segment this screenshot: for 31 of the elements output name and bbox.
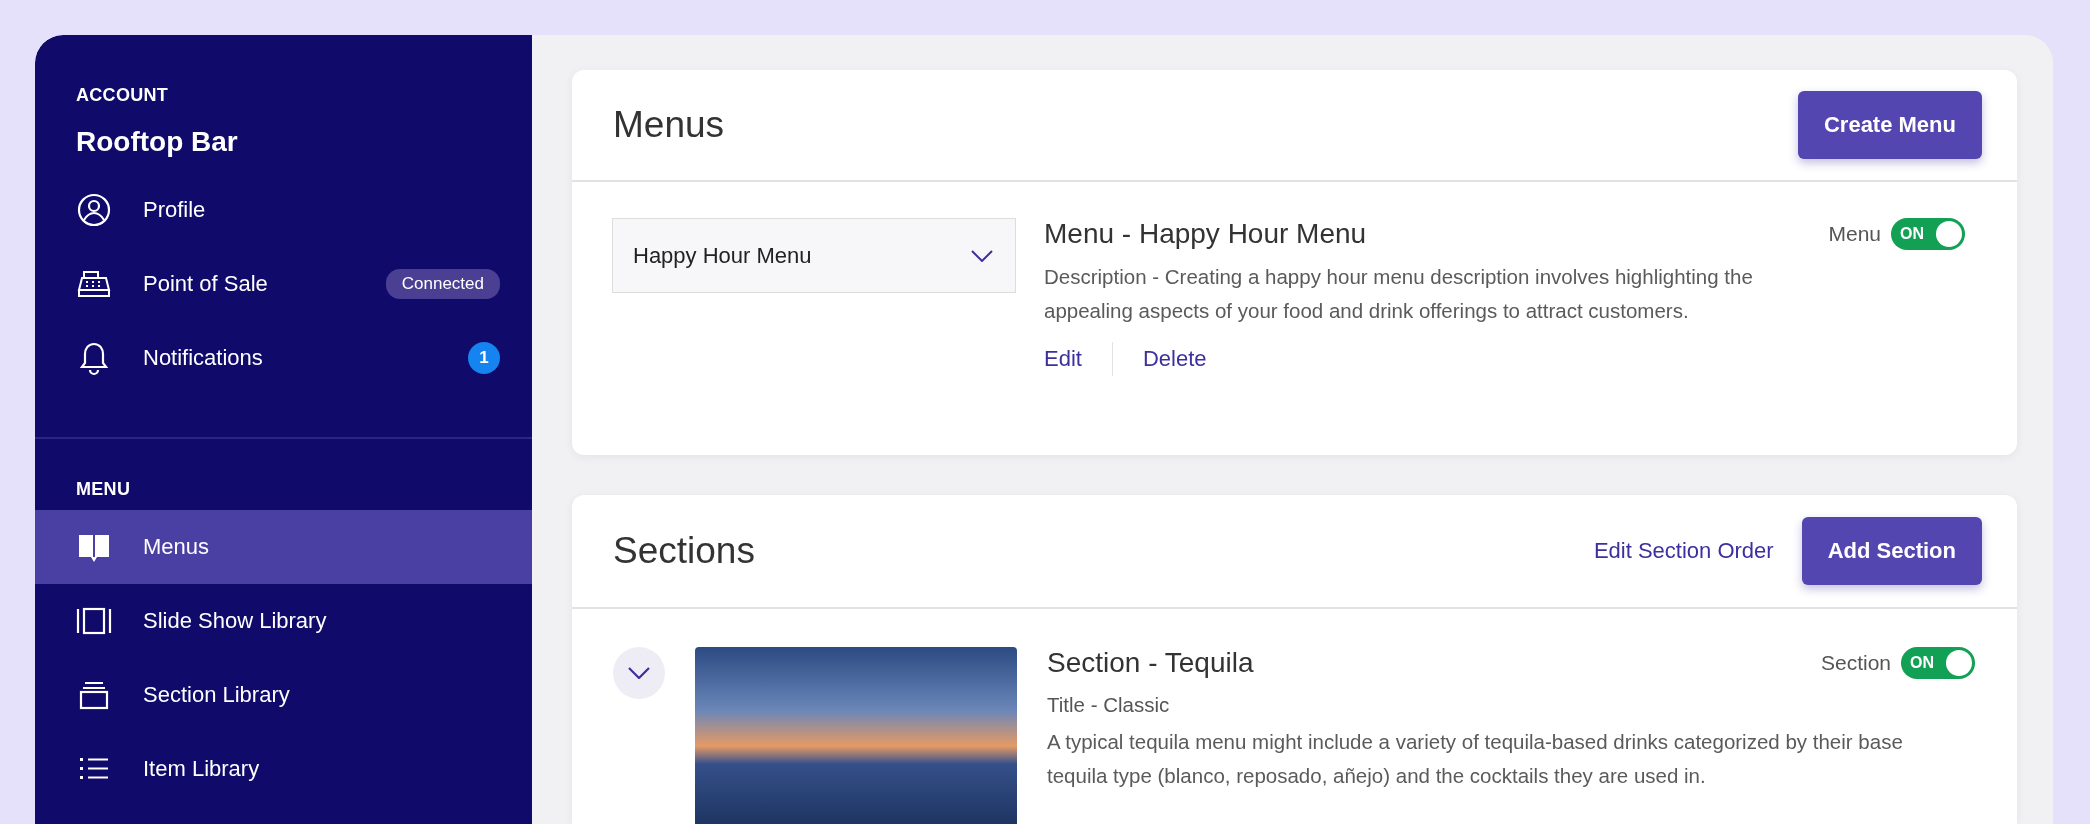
sidebar-item[interactable]: Notifications 1 [35,321,532,395]
sidebar-item[interactable]: Profile [35,173,532,247]
menu-title: Menu - Happy Hour Menu [1044,218,1367,250]
action-link[interactable]: Edit [1044,346,1082,372]
sidebar-item[interactable]: Section Library [35,658,532,732]
count-badge: 1 [468,342,500,374]
add-section-button[interactable]: Add Section [1801,517,1982,585]
expand-button[interactable] [613,647,665,699]
account-name: Rooftop Bar [75,125,239,159]
section-heading: ACCOUNT [75,84,170,106]
chevron-down-icon [971,249,993,262]
sidebar-item[interactable]: Menus [35,510,532,584]
action-link[interactable]: Delete [1142,346,1207,372]
status-badge: Connected [385,269,500,299]
toggle-label: Section [1820,651,1891,675]
section-subtitle: Title - Classic [1047,693,1171,717]
section-title: Section - Tequila [1047,647,1254,679]
section-heading: MENU [75,478,132,501]
sidebar-item[interactable]: Slide Show Library [35,584,532,658]
user-icon [76,192,112,228]
edit-order-link[interactable]: Edit Section Order [1593,538,1774,564]
section-description: A typical tequila menu might include a variety of tequila-based drinks categorized by their base tequila type (blanco, reposado, añejo) and the cocktails they are used in. [1047,729,1904,789]
sidebar-item[interactable]: Point of Sale Connected [35,247,532,321]
sidebar-item[interactable]: Item Library [35,732,532,806]
card-title: Sections [613,530,756,572]
menu-description: Description - Creating a happy hour menu description involves highlighting the appealing aspects of your food and drink offerings to attract customers. [1044,264,1754,324]
card-title: Menus [613,104,726,146]
create-menu-button[interactable]: Create Menu [1797,91,1982,159]
chevron-down-icon [628,667,650,679]
toggle-label: Menu [1828,222,1881,246]
menu-dropdown[interactable]: Happy Hour Menu [612,218,1016,293]
